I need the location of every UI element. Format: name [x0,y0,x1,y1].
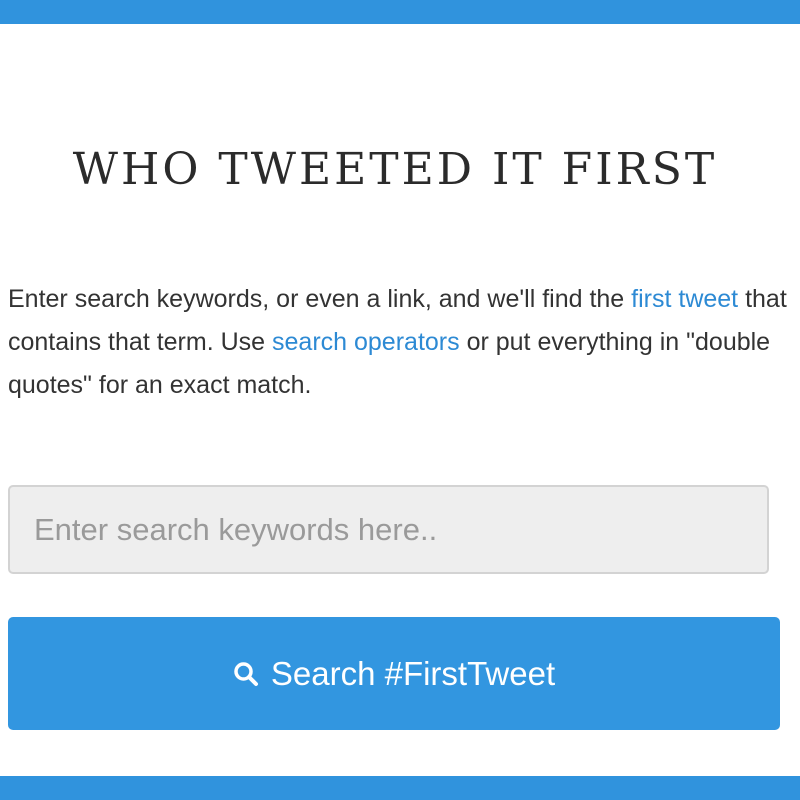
search-icon [234,661,258,686]
top-bar [0,0,800,24]
intro-paragraph: Enter search keywords, or even a link, a… [8,278,793,407]
page-title: WHO TWEETED IT FIRST [72,144,718,195]
intro-text-1: Enter search keywords, or even a link, a… [8,285,632,313]
search-input[interactable] [8,485,769,574]
search-button-label: Search #FirstTweet [270,654,556,692]
page: WHO TWEETED IT FIRST Enter search keywor… [0,0,800,800]
search-button[interactable]: Search #FirstTweet [8,617,780,730]
first-tweet-link[interactable]: first tweet [631,285,738,313]
bottom-bar [0,776,800,800]
search-operators-link[interactable]: search operators [272,328,460,356]
